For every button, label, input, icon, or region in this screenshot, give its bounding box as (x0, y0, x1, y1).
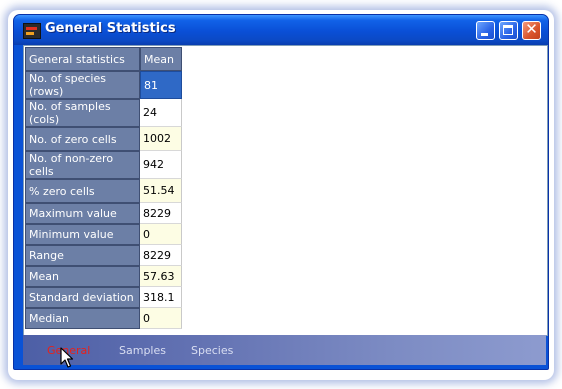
row-header[interactable]: No. of zero cells (25, 127, 140, 151)
value-cell[interactable]: 24 (140, 99, 182, 127)
table-row: Range 8229 (25, 245, 182, 266)
table-row: Standard deviation 318.1 (25, 287, 182, 308)
row-header[interactable]: Standard deviation (25, 287, 140, 308)
row-header[interactable]: No. of species (rows) (25, 71, 140, 99)
row-header[interactable]: Mean (25, 266, 140, 287)
statistics-grid-area: General statistics Mean No. of species (… (23, 45, 548, 336)
value-cell[interactable]: 8229 (140, 203, 182, 224)
value-cell[interactable]: 81 (140, 71, 182, 99)
app-icon (23, 23, 41, 39)
table-row: No. of non-zero cells 942 (25, 151, 182, 179)
table-row: Minimum value 0 (25, 224, 182, 245)
column-header-mean[interactable]: Mean (140, 47, 182, 71)
row-header[interactable]: Median (25, 308, 140, 329)
value-cell[interactable]: 51.54 (140, 179, 182, 203)
value-cell[interactable]: 0 (140, 308, 182, 329)
table-row: Median 0 (25, 308, 182, 329)
table-row: No. of zero cells 1002 (25, 127, 182, 151)
row-header[interactable]: Range (25, 245, 140, 266)
row-header[interactable]: No. of samples (cols) (25, 99, 140, 127)
value-cell[interactable]: 942 (140, 151, 182, 179)
row-header[interactable]: Maximum value (25, 203, 140, 224)
value-cell[interactable]: 0 (140, 224, 182, 245)
general-statistics-window: General Statistics ✕ General statistics … (13, 14, 549, 370)
row-header[interactable]: Minimum value (25, 224, 140, 245)
title-bar[interactable]: General Statistics ✕ (14, 15, 548, 45)
value-cell[interactable]: 8229 (140, 245, 182, 266)
value-cell[interactable]: 318.1 (140, 287, 182, 308)
value-cell[interactable]: 1002 (140, 127, 182, 151)
table-row: No. of samples (cols) 24 (25, 99, 182, 127)
value-cell[interactable]: 57.63 (140, 266, 182, 287)
minimize-icon (481, 33, 488, 36)
row-header[interactable]: % zero cells (25, 179, 140, 203)
window-title: General Statistics (45, 21, 176, 36)
column-header-label[interactable]: General statistics (25, 47, 140, 71)
close-icon: ✕ (525, 20, 538, 38)
mouse-pointer-icon (60, 347, 74, 368)
sheet-tab-bar: General Samples Species (23, 335, 546, 365)
statistics-table: General statistics Mean No. of species (… (25, 47, 182, 329)
tab-samples[interactable]: Samples (119, 344, 166, 357)
maximize-button[interactable] (499, 21, 518, 40)
table-row: No. of species (rows) 81 (25, 71, 182, 99)
table-row: % zero cells 51.54 (25, 179, 182, 203)
table-header-row: General statistics Mean (25, 47, 182, 71)
tab-species[interactable]: Species (191, 344, 233, 357)
table-row: Maximum value 8229 (25, 203, 182, 224)
row-header[interactable]: No. of non-zero cells (25, 151, 140, 179)
minimize-button[interactable] (476, 21, 495, 40)
maximize-icon (503, 25, 513, 35)
table-row: Mean 57.63 (25, 266, 182, 287)
close-button[interactable]: ✕ (522, 21, 541, 40)
